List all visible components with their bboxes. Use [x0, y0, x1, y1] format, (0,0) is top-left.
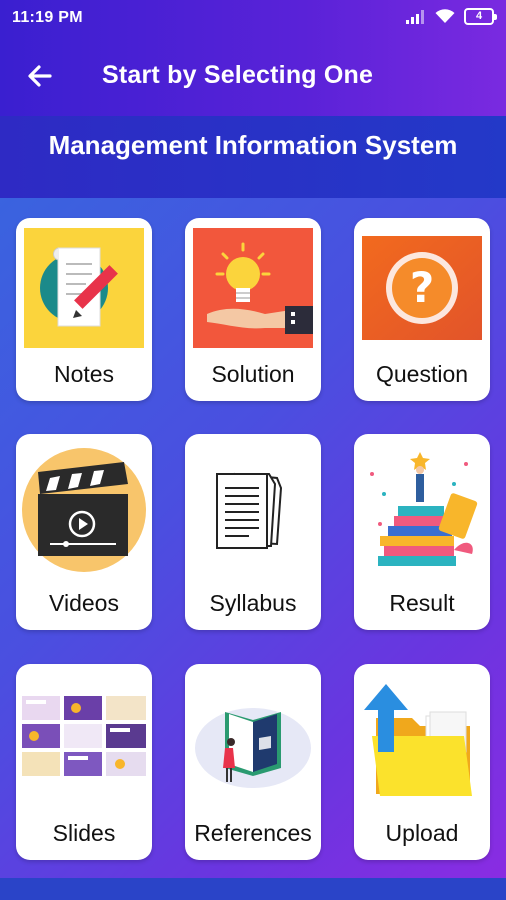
card-label: Notes [53, 361, 115, 387]
card-label: Videos [49, 590, 119, 616]
card-label: Syllabus [209, 590, 297, 616]
card-label: Slides [52, 820, 116, 846]
card-question[interactable]: ? Question [354, 218, 490, 401]
card-result[interactable]: Result [354, 434, 490, 630]
book-reader-icon [195, 708, 311, 788]
card-videos[interactable]: Videos [16, 434, 152, 630]
card-label: Solution [211, 361, 295, 387]
status-icons: 4 [406, 8, 497, 25]
card-notes[interactable]: Notes [16, 218, 152, 401]
slides-icon [22, 696, 146, 776]
arrow-left-icon [28, 65, 52, 87]
page-title: Start by Selecting One [102, 61, 374, 89]
app-bar: Start by Selecting One [0, 36, 506, 116]
back-button[interactable] [22, 58, 58, 94]
clapperboard-icon [22, 448, 146, 572]
folder-upload-icon [364, 684, 472, 796]
lightbulb-hand-icon [193, 228, 313, 348]
menu-grid: Notes Solution ? Question Videos Syllabu… [0, 198, 506, 878]
card-upload[interactable]: Upload [354, 664, 490, 860]
subject-header: Management Information System [0, 116, 506, 198]
bottom-bar [0, 878, 506, 900]
question-icon: ? [362, 236, 482, 340]
card-label: Result [389, 590, 455, 616]
subject-title: Management Information System [48, 130, 458, 160]
notes-icon [24, 228, 144, 348]
card-label: Upload [385, 820, 459, 846]
battery-icon: 4 [464, 8, 497, 25]
documents-icon [216, 472, 283, 549]
card-references[interactable]: References [185, 664, 321, 860]
card-label: References [194, 820, 312, 846]
status-bar: 11:19 PM 4 [0, 0, 506, 36]
card-syllabus[interactable]: Syllabus [185, 434, 321, 630]
status-time: 11:19 PM [12, 9, 83, 26]
svg-text:?: ? [410, 263, 434, 312]
card-solution[interactable]: Solution [185, 218, 321, 401]
card-slides[interactable]: Slides [16, 664, 152, 860]
signal-icon [406, 9, 424, 24]
trophy-books-icon [370, 452, 478, 566]
wifi-icon [435, 9, 455, 23]
card-label: Question [375, 361, 469, 387]
